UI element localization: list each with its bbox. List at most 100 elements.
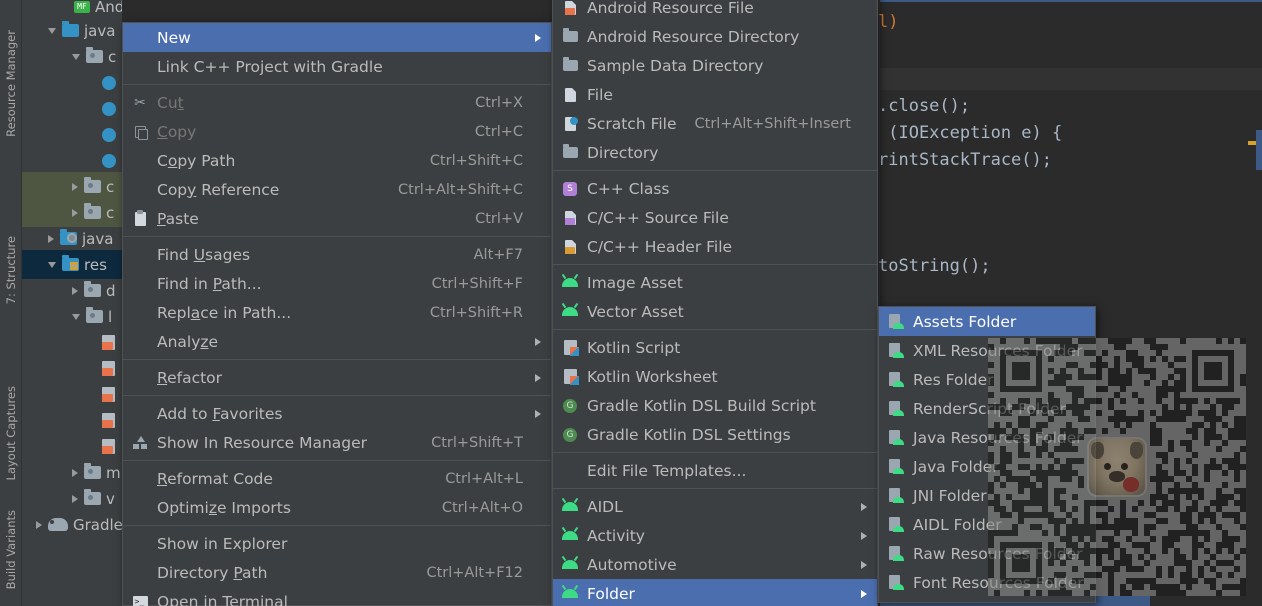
menu-item-copy-reference[interactable]: Copy Reference Ctrl+Alt+Shift+C <box>123 175 551 204</box>
tree-row[interactable]: res <box>22 250 122 279</box>
folder-grey-icon <box>86 307 103 323</box>
chevron-right-icon <box>535 409 541 418</box>
menu-item-copy-path[interactable]: Copy Path Ctrl+Shift+C <box>123 146 551 175</box>
menu-item-new[interactable]: New <box>123 23 551 52</box>
chevron-right-icon <box>535 33 541 42</box>
tree-row[interactable] <box>22 354 122 383</box>
menu-item-link-c-project-with-gradle[interactable]: Link C++ Project with Gradle <box>123 52 551 81</box>
tool-window-label: Build Variants <box>4 510 18 590</box>
chevron-down-icon[interactable] <box>72 313 80 320</box>
editor-scrollbar-thumb[interactable] <box>1256 130 1262 170</box>
new-item-directory[interactable]: Directory <box>553 138 877 167</box>
new-item-sample-data-directory[interactable]: Sample Data Directory <box>553 51 877 80</box>
chevron-down-icon[interactable] <box>48 27 56 34</box>
tree-row[interactable]: c <box>22 172 122 201</box>
project-context-menu[interactable]: New Link C++ Project with Gradle Cut Ctrl+X… <box>122 22 552 606</box>
new-item-aidl[interactable]: AIDL <box>553 492 877 521</box>
chevron-down-icon[interactable] <box>48 261 56 268</box>
tool-window-layout-captures[interactable]: Layout Captures <box>0 386 22 480</box>
new-item-gradle-kotlin-dsl-build-script[interactable]: G Gradle Kotlin DSL Build Script <box>553 391 877 420</box>
new-item-kotlin-worksheet[interactable]: Kotlin Worksheet <box>553 362 877 391</box>
menu-item-refactor[interactable]: Refactor <box>123 363 551 392</box>
folder-icon <box>561 28 579 42</box>
tree-row[interactable] <box>22 94 122 123</box>
new-item-file[interactable]: File <box>553 80 877 109</box>
tree-row[interactable]: java <box>22 16 122 45</box>
manifest-icon-icon: MF <box>74 0 90 13</box>
chevron-right-icon[interactable] <box>72 208 78 217</box>
folder-android-icon <box>887 430 905 445</box>
tree-row[interactable] <box>22 328 122 357</box>
chevron-right-icon[interactable] <box>72 182 78 191</box>
menu-item-find-usages[interactable]: Find Usages Alt+F7 <box>123 240 551 269</box>
android-icon <box>561 589 579 598</box>
tree-row[interactable] <box>22 120 122 149</box>
chevron-down-icon[interactable] <box>72 53 80 60</box>
menu-item-optimize-imports[interactable]: Optimize Imports Ctrl+Alt+O <box>123 493 551 522</box>
chevron-right-icon[interactable] <box>48 234 54 243</box>
menu-item-show-in-explorer[interactable]: Show in Explorer <box>123 529 551 558</box>
tree-row-label: v <box>106 489 115 508</box>
tree-row[interactable]: d <box>22 276 122 305</box>
new-item-automotive[interactable]: Automotive <box>553 550 877 579</box>
menu-item-replace-in-path[interactable]: Replace in Path... Ctrl+Shift+R <box>123 298 551 327</box>
folder-item-assets-folder[interactable]: Assets Folder <box>879 307 1095 336</box>
tool-window-7-structure[interactable]: 7: Structure <box>0 236 22 304</box>
left-tool-window-bar[interactable]: Resource Manager 7: Structure Layout Captu… <box>0 0 22 606</box>
tree-row[interactable]: Gradle <box>22 510 122 539</box>
tree-row[interactable] <box>22 68 122 97</box>
menu-item-open-in-terminal[interactable]: >_ Open in Terminal <box>123 587 551 606</box>
tree-row[interactable] <box>22 432 122 461</box>
chevron-right-icon[interactable] <box>36 520 42 529</box>
new-item-label: Gradle Kotlin DSL Build Script <box>587 396 816 415</box>
new-item-gradle-kotlin-dsl-settings[interactable]: G Gradle Kotlin DSL Settings <box>553 420 877 449</box>
project-tree[interactable]: MFAndroidManifest.xmljavacccjavaresdlmvG… <box>22 0 122 606</box>
chevron-right-icon[interactable] <box>72 468 78 477</box>
new-item-c-c-header-file[interactable]: C/C++ Header File <box>553 232 877 261</box>
tree-row[interactable] <box>22 380 122 409</box>
tree-row-label: Gradle <box>73 515 122 534</box>
new-item-edit-file-templates[interactable]: Edit File Templates... <box>553 456 877 485</box>
kotlin-icon <box>561 369 579 385</box>
folder-android-icon <box>887 575 905 590</box>
menu-item-reformat-code[interactable]: Reformat Code Ctrl+Alt+L <box>123 464 551 493</box>
menu-item-analyze[interactable]: Analyze <box>123 327 551 356</box>
tool-window-resource-manager[interactable]: Resource Manager <box>0 30 22 137</box>
chevron-right-icon[interactable] <box>72 494 78 503</box>
menu-item-find-in-path[interactable]: Find in Path... Ctrl+Shift+F <box>123 269 551 298</box>
menu-item-show-in-resource-manager[interactable]: Show In Resource Manager Ctrl+Shift+T <box>123 428 551 457</box>
new-item-android-resource-file[interactable]: Android Resource File <box>553 0 877 22</box>
new-item-image-asset[interactable]: Image Asset <box>553 268 877 297</box>
tree-row[interactable]: c <box>22 42 122 71</box>
chevron-right-icon <box>861 589 867 598</box>
new-item-c-class[interactable]: S C++ Class <box>553 174 877 203</box>
new-item-c-c-source-file[interactable]: C/C++ Source File <box>553 203 877 232</box>
chevron-right-icon <box>861 560 867 569</box>
menu-item-directory-path[interactable]: Directory Path Ctrl+Alt+F12 <box>123 558 551 587</box>
tree-row[interactable]: c <box>22 198 122 227</box>
tree-row[interactable]: java <box>22 224 122 253</box>
menu-item-paste[interactable]: Paste Ctrl+V <box>123 204 551 233</box>
menu-item-label: Copy Path <box>157 151 236 170</box>
tree-row[interactable]: m <box>22 458 122 487</box>
tree-row[interactable] <box>22 146 122 175</box>
chevron-right-icon[interactable] <box>72 286 78 295</box>
menu-item-add-to-favorites[interactable]: Add to Favorites <box>123 399 551 428</box>
new-item-android-resource-directory[interactable]: Android Resource Directory <box>553 22 877 51</box>
tree-row-label: c <box>108 47 117 66</box>
new-item-vector-asset[interactable]: Vector Asset <box>553 297 877 326</box>
tree-row-label: res <box>84 255 107 274</box>
tree-row[interactable] <box>22 406 122 435</box>
new-item-scratch-file[interactable]: Scratch File Ctrl+Alt+Shift+Insert <box>553 109 877 138</box>
menu-item-shortcut: Ctrl+X <box>475 94 523 111</box>
menu-item-label: Open in Terminal <box>157 592 288 606</box>
tree-row[interactable]: v <box>22 484 122 513</box>
android-icon <box>561 502 579 511</box>
new-item-kotlin-script[interactable]: Kotlin Script <box>553 333 877 362</box>
new-item-activity[interactable]: Activity <box>553 521 877 550</box>
tool-window-build-variants[interactable]: Build Variants <box>0 510 22 589</box>
new-item-folder[interactable]: Folder <box>553 579 877 606</box>
folder-grey-icon <box>84 489 101 505</box>
new-submenu[interactable]: Android Resource File Android Resource Di… <box>552 0 878 606</box>
tree-row[interactable]: l <box>22 302 122 331</box>
